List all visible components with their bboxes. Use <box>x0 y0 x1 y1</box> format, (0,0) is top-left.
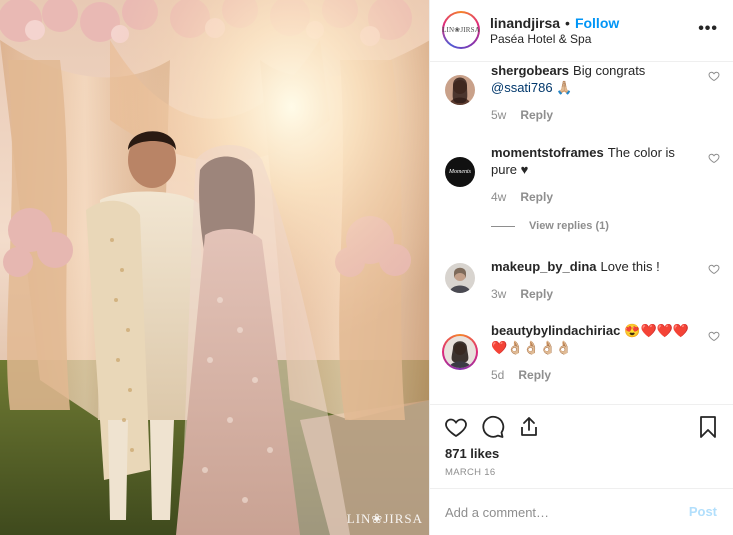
follow-button[interactable]: Follow <box>575 15 619 31</box>
comment-text-suffix: 🙏🏼 <box>552 80 573 95</box>
more-options-icon[interactable]: ••• <box>698 20 718 38</box>
comment-age[interactable]: 5w <box>491 108 506 122</box>
add-comment-input[interactable] <box>445 501 665 523</box>
post-header: LIN❀JIRSA linandjirsa • Follow Paséa Hot… <box>430 0 733 62</box>
view-replies-label: View replies (1) <box>529 220 609 232</box>
view-replies-button[interactable]: View replies (1) <box>491 220 609 232</box>
comment-body: beautybylindachiriac 😍❤️❤️❤️ ❤️👌🏼👌🏼👌🏼👌🏼 <box>491 322 701 356</box>
comment-text: Love this ! <box>600 259 660 274</box>
add-comment-bar: Post <box>430 488 733 535</box>
comment-age[interactable]: 4w <box>491 190 506 204</box>
share-icon[interactable] <box>517 415 541 439</box>
comment-body: makeup_by_dina Love this ! <box>491 258 701 275</box>
photo-watermark: LIN❀JIRSA <box>346 511 423 526</box>
comment-username[interactable]: beautybylindachiriac <box>491 323 620 338</box>
post-comment-button[interactable]: Post <box>689 504 717 519</box>
avatar-logo-text: LIN❀JIRSA <box>442 26 480 34</box>
comment-age[interactable]: 5d <box>491 368 504 382</box>
comment-username[interactable]: momentstoframes <box>491 145 604 160</box>
commenter-avatar[interactable] <box>445 75 475 105</box>
comment-body: momentstoframes The color is pure ♥ <box>491 144 701 178</box>
commenter-avatar[interactable] <box>445 263 475 293</box>
location-link[interactable]: Paséa Hotel & Spa <box>490 32 591 46</box>
commenter-avatar[interactable] <box>442 334 478 370</box>
comment-age[interactable]: 3w <box>491 287 506 301</box>
comments-list[interactable]: shergobears Big congrats @ssati786 🙏🏼 5w … <box>430 62 733 404</box>
comment-like-icon[interactable] <box>708 152 720 164</box>
comment-icon[interactable] <box>481 415 505 439</box>
header-separator: • <box>565 15 570 31</box>
like-heart-icon[interactable] <box>444 415 468 439</box>
reply-button[interactable]: Reply <box>520 190 553 204</box>
commenter-avatar-text: Moments <box>449 169 471 175</box>
comment-text: Big congrats <box>573 63 646 78</box>
post-photo[interactable]: LIN❀JIRSA <box>0 0 429 535</box>
view-replies-dash <box>491 225 515 227</box>
post-date[interactable]: MARCH 16 <box>445 467 495 478</box>
comment-like-icon[interactable] <box>708 263 720 275</box>
comment-like-icon[interactable] <box>708 330 720 342</box>
post-side-panel: LIN❀JIRSA linandjirsa • Follow Paséa Hot… <box>429 0 733 535</box>
author-avatar[interactable]: LIN❀JIRSA <box>442 11 480 49</box>
comment-username[interactable]: shergobears <box>491 63 569 78</box>
comment-like-icon[interactable] <box>708 70 720 82</box>
comment-username[interactable]: makeup_by_dina <box>491 259 597 274</box>
bookmark-icon[interactable] <box>696 415 720 439</box>
comment-meta: 4w Reply <box>491 190 553 204</box>
comment-body: shergobears Big congrats @ssati786 🙏🏼 <box>491 62 701 96</box>
comment-meta: 3w Reply <box>491 287 553 301</box>
reply-button[interactable]: Reply <box>520 108 553 122</box>
reply-button[interactable]: Reply <box>518 368 551 382</box>
author-username[interactable]: linandjirsa <box>490 15 560 31</box>
comment-mention[interactable]: @ssati786 <box>491 80 553 95</box>
post-actions: 871 likes MARCH 16 <box>430 404 733 488</box>
commenter-avatar[interactable]: Moments <box>445 157 475 187</box>
likes-count[interactable]: 871 likes <box>445 446 499 461</box>
comment-meta: 5d Reply <box>491 368 551 382</box>
reply-button[interactable]: Reply <box>520 287 553 301</box>
comment-meta: 5w Reply <box>491 108 553 122</box>
